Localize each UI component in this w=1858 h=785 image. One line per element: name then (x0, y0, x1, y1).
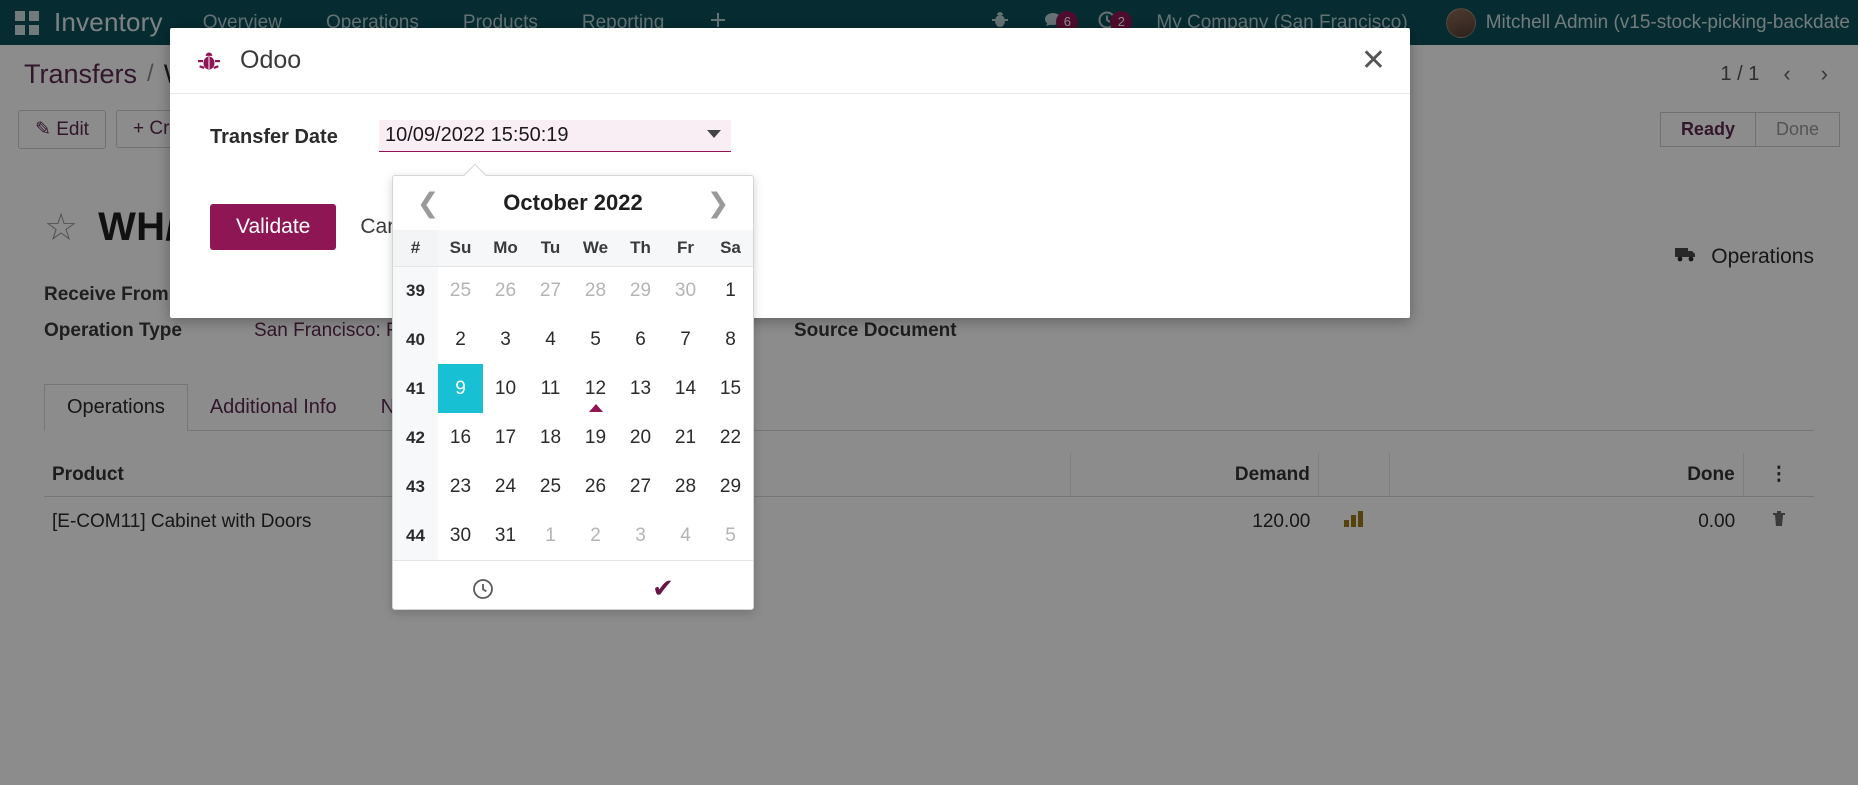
week-number: 41 (393, 364, 438, 413)
datepicker-popup: ❮ October 2022 ❯ # Su Mo Tu We Th Fr Sa 39 25 26 2… (392, 163, 754, 610)
select-time-icon[interactable] (393, 577, 573, 601)
datepicker-day[interactable]: 13 (618, 364, 663, 413)
datepicker-day[interactable]: 3 (618, 511, 663, 560)
week-number: 40 (393, 315, 438, 364)
dialog-title: Odoo (240, 46, 302, 74)
transfer-date-row: Transfer Date (194, 120, 1384, 152)
transfer-date-label: Transfer Date (210, 126, 338, 148)
week-number: 42 (393, 413, 438, 462)
datepicker-day[interactable]: 11 (528, 364, 573, 413)
datepicker-day[interactable]: 4 (663, 511, 708, 560)
datepicker-day[interactable]: 30 (663, 266, 708, 315)
week-number: 43 (393, 462, 438, 511)
weekday-header-week: # (393, 230, 438, 267)
datepicker-weekday-row: # Su Mo Tu We Th Fr Sa (393, 230, 753, 267)
datepicker-day[interactable]: 16 (438, 413, 483, 462)
datepicker-month-label[interactable]: October 2022 (445, 190, 701, 216)
datepicker-header: ❮ October 2022 ❯ (393, 176, 753, 230)
transfer-date-input[interactable] (379, 120, 731, 152)
datepicker-day[interactable]: 23 (438, 462, 483, 511)
prev-month-icon[interactable]: ❮ (411, 189, 445, 217)
datepicker-day[interactable]: 27 (528, 266, 573, 315)
datepicker-day[interactable]: 24 (483, 462, 528, 511)
datepicker-day[interactable]: 15 (708, 364, 753, 413)
datepicker-day[interactable]: 1 (708, 266, 753, 315)
datepicker-day[interactable]: 10 (483, 364, 528, 413)
datepicker-week-row: 44 30 31 1 2 3 4 5 (393, 511, 753, 560)
next-month-icon[interactable]: ❯ (701, 189, 735, 217)
datepicker-day[interactable]: 28 (663, 462, 708, 511)
datepicker-day[interactable]: 17 (483, 413, 528, 462)
datepicker-grid: # Su Mo Tu We Th Fr Sa 39 25 26 27 28 29 30 1 40 2 3 4 5 6 7 8… (393, 230, 753, 560)
datepicker-day[interactable]: 5 (573, 315, 618, 364)
confirm-date-icon[interactable]: ✔ (573, 575, 753, 602)
datepicker-day[interactable]: 3 (483, 315, 528, 364)
datepicker-day-selected[interactable]: 9 (438, 364, 483, 413)
datepicker-day[interactable]: 12 (573, 364, 618, 413)
datepicker-day[interactable]: 8 (708, 315, 753, 364)
datepicker-day[interactable]: 29 (618, 266, 663, 315)
datepicker-day[interactable]: 21 (663, 413, 708, 462)
weekday-header-su: Su (438, 230, 483, 267)
confirmation-dialog: Odoo ✕ Transfer Date Validate Cancel (170, 28, 1410, 318)
datepicker-day[interactable]: 14 (663, 364, 708, 413)
weekday-header-we: We (573, 230, 618, 267)
datepicker-day[interactable]: 27 (618, 462, 663, 511)
datepicker-day[interactable]: 26 (573, 462, 618, 511)
weekday-header-sa: Sa (708, 230, 753, 267)
datepicker-week-row: 41 9 10 11 12 13 14 15 (393, 364, 753, 413)
dialog-body: Transfer Date Validate Cancel (170, 94, 1410, 250)
datepicker-day[interactable]: 28 (573, 266, 618, 315)
datepicker-day[interactable]: 31 (483, 511, 528, 560)
dialog-validate-button[interactable]: Validate (210, 204, 337, 250)
odoo-inventory-screen: Inventory Overview Operations Products R… (0, 0, 1858, 785)
week-number: 44 (393, 511, 438, 560)
datepicker-day[interactable]: 29 (708, 462, 753, 511)
today-marker-icon (588, 404, 603, 412)
datepicker-day[interactable]: 7 (663, 315, 708, 364)
datepicker-day[interactable]: 6 (618, 315, 663, 364)
datepicker-weeks: 39 25 26 27 28 29 30 1 40 2 3 4 5 6 7 8 41 9 10 11 12 13 14 15 4… (393, 266, 753, 560)
datepicker-week-row: 40 2 3 4 5 6 7 8 (393, 315, 753, 364)
datepicker-day[interactable]: 22 (708, 413, 753, 462)
bug-icon (196, 48, 222, 74)
datepicker-day[interactable]: 4 (528, 315, 573, 364)
weekday-header-mo: Mo (483, 230, 528, 267)
datepicker-week-row: 43 23 24 25 26 27 28 29 (393, 462, 753, 511)
datepicker-week-row: 39 25 26 27 28 29 30 1 (393, 266, 753, 315)
datepicker-day[interactable]: 20 (618, 413, 663, 462)
datepicker-week-row: 42 16 17 18 19 20 21 22 (393, 413, 753, 462)
week-number: 39 (393, 266, 438, 315)
dialog-actions: Validate Cancel (210, 204, 1384, 250)
datepicker-day[interactable]: 1 (528, 511, 573, 560)
dialog-header: Odoo ✕ (170, 28, 1410, 94)
datepicker-day[interactable]: 26 (483, 266, 528, 315)
weekday-header-tu: Tu (528, 230, 573, 267)
caret-down-icon[interactable] (707, 130, 721, 138)
close-icon[interactable]: ✕ (1361, 45, 1386, 76)
datepicker-footer: ✔ (393, 560, 753, 616)
datepicker-day[interactable]: 25 (528, 462, 573, 511)
datepicker-day[interactable]: 2 (438, 315, 483, 364)
weekday-header-th: Th (618, 230, 663, 267)
datepicker-day[interactable]: 18 (528, 413, 573, 462)
datepicker-day[interactable]: 25 (438, 266, 483, 315)
datepicker-day[interactable]: 5 (708, 511, 753, 560)
datepicker-day[interactable]: 30 (438, 511, 483, 560)
datepicker-day[interactable]: 19 (573, 413, 618, 462)
transfer-date-input-wrap (379, 120, 731, 152)
weekday-header-fr: Fr (663, 230, 708, 267)
datepicker-day[interactable]: 2 (573, 511, 618, 560)
